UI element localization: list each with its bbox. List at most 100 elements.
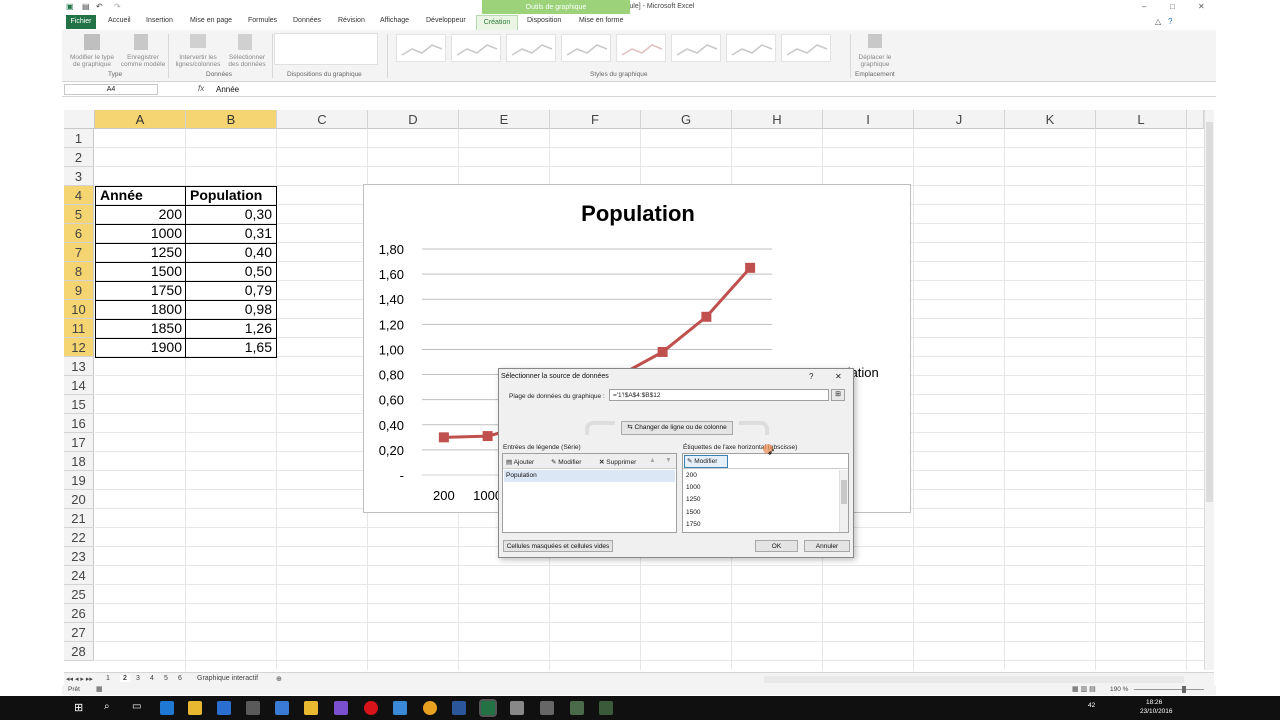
chart-style-thumb[interactable] xyxy=(726,34,776,62)
row-header[interactable]: 25 xyxy=(64,585,94,604)
tab-fichier[interactable]: Fichier xyxy=(66,15,96,29)
select-all-corner[interactable] xyxy=(64,110,95,129)
app-icon[interactable] xyxy=(393,701,407,715)
row-header[interactable]: 2 xyxy=(64,148,94,167)
column-header[interactable]: H xyxy=(732,110,823,129)
table-cell-population[interactable]: 1,26 xyxy=(187,319,275,338)
chart-style-thumb[interactable] xyxy=(561,34,611,62)
edit-axis-labels-button[interactable]: ✎ Modifier xyxy=(684,455,728,468)
undo-icon[interactable]: ↶ xyxy=(96,2,103,11)
table-cell-population[interactable]: 0,50 xyxy=(187,262,275,281)
switch-row-col-button[interactable]: Intervertir les lignes/colonnes xyxy=(170,54,226,68)
save-icon[interactable]: ▤ xyxy=(82,2,90,11)
row-header[interactable]: 6 xyxy=(64,224,94,243)
row-header[interactable]: 14 xyxy=(64,376,94,395)
table-cell-population[interactable]: 0,31 xyxy=(187,224,275,243)
notification-count[interactable]: 42 xyxy=(1088,702,1095,709)
chart-layouts-gallery[interactable] xyxy=(274,33,378,65)
zoom-slider[interactable] xyxy=(1134,689,1204,690)
switch-row-col-dialog-button[interactable]: ⇆ Changer de ligne ou de colonne xyxy=(621,421,733,435)
edge-icon[interactable] xyxy=(160,701,174,715)
table-cell-annee[interactable]: 1750 xyxy=(97,281,185,300)
axis-item[interactable]: 1500 xyxy=(686,509,700,516)
axis-item[interactable]: 1750 xyxy=(686,521,700,528)
row-header[interactable]: 20 xyxy=(64,490,94,509)
column-header[interactable]: D xyxy=(368,110,459,129)
help-icon[interactable]: ? xyxy=(809,372,813,381)
row-header[interactable]: 21 xyxy=(64,509,94,528)
table-cell-annee[interactable]: 200 xyxy=(97,205,185,224)
row-header[interactable]: 27 xyxy=(64,623,94,642)
column-header[interactable]: B xyxy=(186,110,277,129)
clock-time[interactable]: 18:26 xyxy=(1146,699,1162,706)
help-icon[interactable]: ? xyxy=(1168,17,1172,26)
move-up-icon[interactable]: ▲ xyxy=(649,457,656,464)
sheet-tab[interactable]: 4 xyxy=(150,675,154,682)
formula-input[interactable]: Année xyxy=(216,85,239,94)
app-icon[interactable] xyxy=(570,701,584,715)
tab-formules[interactable]: Formules xyxy=(248,17,277,24)
chart-style-thumb[interactable] xyxy=(616,34,666,62)
row-header[interactable]: 12 xyxy=(64,338,94,357)
row-header[interactable]: 9 xyxy=(64,281,94,300)
table-cell-population[interactable]: 0,40 xyxy=(187,243,275,262)
maximize-icon[interactable]: □ xyxy=(1170,2,1175,11)
axis-item[interactable]: 1250 xyxy=(686,496,700,503)
chart-style-thumb[interactable] xyxy=(506,34,556,62)
macro-record-icon[interactable]: ▦ xyxy=(96,685,103,693)
tab-scroll-icons[interactable]: ◂◂ ◂ ▸ ▸▸ xyxy=(66,675,93,683)
excel-icon[interactable]: ▣ xyxy=(66,2,74,11)
hidden-cells-button[interactable]: Cellules masquées et cellules vides xyxy=(503,540,613,552)
tab-mise-en-forme[interactable]: Mise en forme xyxy=(579,17,623,24)
row-header[interactable]: 18 xyxy=(64,452,94,471)
minimize-ribbon-icon[interactable]: △ xyxy=(1155,17,1161,26)
app-icon[interactable] xyxy=(275,701,289,715)
row-header[interactable]: 8 xyxy=(64,262,94,281)
legend-item[interactable]: Population xyxy=(506,472,537,479)
chrome-icon[interactable] xyxy=(423,701,437,715)
axis-list-scrollbar[interactable] xyxy=(839,470,848,532)
collapse-dialog-icon[interactable]: ⊞ xyxy=(831,389,845,401)
column-header[interactable]: J xyxy=(914,110,1005,129)
table-cell-annee[interactable]: 1000 xyxy=(97,224,185,243)
table-cell-annee[interactable]: 1900 xyxy=(97,338,185,357)
tab-affichage[interactable]: Affichage xyxy=(380,17,409,24)
app-icon[interactable] xyxy=(246,701,260,715)
cancel-button[interactable]: Annuler xyxy=(804,540,850,552)
row-header[interactable]: 15 xyxy=(64,395,94,414)
row-header[interactable]: 13 xyxy=(64,357,94,376)
sheet-tab[interactable]: 5 xyxy=(164,675,168,682)
change-chart-type-button[interactable]: Modifier le type de graphique xyxy=(64,54,120,68)
tab-mise-en-page[interactable]: Mise en page xyxy=(190,17,232,24)
row-header[interactable]: 22 xyxy=(64,528,94,547)
vertical-scrollbar[interactable] xyxy=(1204,110,1214,670)
opera-icon[interactable] xyxy=(364,701,378,715)
edit-series-button[interactable]: ✎ Modifier xyxy=(551,458,581,466)
range-input[interactable]: ='1'!$A$4:$B$12 xyxy=(609,389,829,401)
table-cell-annee[interactable]: 1800 xyxy=(97,300,185,319)
row-header[interactable]: 17 xyxy=(64,433,94,452)
task-view-icon[interactable]: ▭ xyxy=(132,701,141,712)
column-header[interactable]: L xyxy=(1096,110,1187,129)
column-header[interactable]: G xyxy=(641,110,732,129)
minimize-icon[interactable]: – xyxy=(1142,2,1146,11)
remove-series-button[interactable]: ✕ Supprimer xyxy=(599,458,636,466)
sheet-tab[interactable]: 1 xyxy=(106,675,110,682)
zoom-level[interactable]: 190 % xyxy=(1110,686,1128,693)
app-icon[interactable] xyxy=(334,701,348,715)
column-header[interactable]: K xyxy=(1005,110,1096,129)
tab-disposition[interactable]: Disposition xyxy=(527,17,561,24)
fx-icon[interactable]: fx xyxy=(198,84,204,93)
save-template-button[interactable]: Enregistrer comme modèle xyxy=(118,54,168,68)
table-cell-annee[interactable]: 1850 xyxy=(97,319,185,338)
table-header-annee[interactable]: Année xyxy=(97,186,185,205)
close-window-icon[interactable]: ✕ xyxy=(1198,2,1205,11)
row-header[interactable]: 24 xyxy=(64,566,94,585)
app-icon[interactable] xyxy=(599,701,613,715)
row-header[interactable]: 10 xyxy=(64,300,94,319)
select-data-button[interactable]: Sélectionner des données xyxy=(222,54,272,68)
row-header[interactable]: 19 xyxy=(64,471,94,490)
row-header[interactable]: 26 xyxy=(64,604,94,623)
column-header[interactable]: F xyxy=(550,110,641,129)
row-header[interactable]: 28 xyxy=(64,642,94,661)
